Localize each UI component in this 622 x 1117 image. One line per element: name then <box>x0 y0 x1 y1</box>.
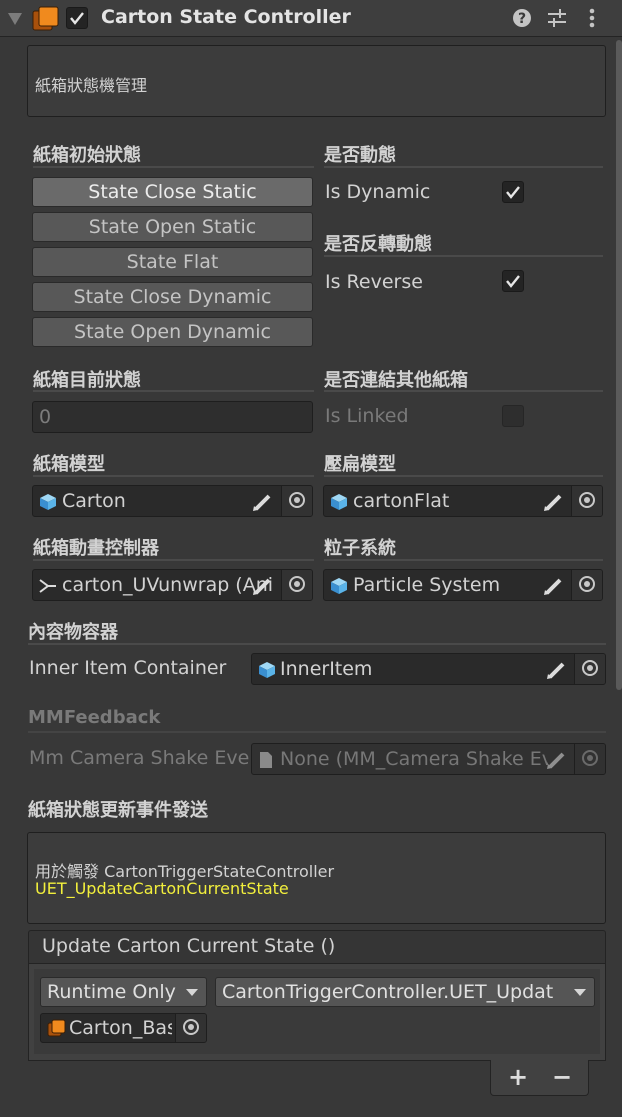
chevron-down-icon <box>574 989 586 996</box>
prefab-cube-icon <box>330 577 348 595</box>
mmfeedback-title: MMFeedback <box>28 707 161 728</box>
container-title: 內容物容器 <box>28 622 118 643</box>
divider <box>33 166 314 168</box>
is-linked-label: Is Linked <box>325 405 409 427</box>
camera-shake-value: None (MM_Camera Shake Eve <box>280 748 548 770</box>
divider <box>324 390 603 392</box>
event-section-title: 紙箱狀態更新事件發送 <box>28 800 208 821</box>
component-title: Carton State Controller <box>101 6 351 28</box>
pencil-icon[interactable] <box>546 660 566 680</box>
flat-model-field[interactable]: cartonFlat <box>323 485 603 517</box>
carton-model-value: Carton <box>62 490 126 512</box>
animator-controller-icon <box>39 577 57 595</box>
prefab-cube-icon <box>330 493 348 511</box>
chevron-down-icon <box>186 989 198 996</box>
document-icon <box>258 751 274 769</box>
pencil-icon[interactable] <box>252 576 272 596</box>
current-state-value: 0 <box>39 406 52 428</box>
camera-shake-label: Mm Camera Shake Eve <box>29 747 250 769</box>
object-picker-button[interactable] <box>571 486 602 516</box>
current-state-title: 紙箱目前狀態 <box>33 370 141 391</box>
event-footer <box>490 1060 589 1096</box>
state-close-static-button[interactable]: State Close Static <box>32 177 313 207</box>
state-close-dynamic-button[interactable]: State Close Dynamic <box>32 282 313 312</box>
inner-item-container-field[interactable]: InnerItem <box>251 653 606 685</box>
prefab-cube-icon <box>39 493 57 511</box>
flat-model-title: 壓扁模型 <box>324 454 396 475</box>
svg-text:?: ? <box>518 11 526 27</box>
runtime-dropdown[interactable]: Runtime Only <box>40 977 207 1007</box>
state-open-static-button[interactable]: State Open Static <box>32 212 313 242</box>
is-linked-checkbox <box>502 405 524 427</box>
divider <box>324 255 603 257</box>
divider <box>33 390 314 392</box>
is-reverse-label: Is Reverse <box>325 271 423 293</box>
carton-model-title: 紙箱模型 <box>33 454 105 475</box>
event-target-field[interactable]: Carton_Bas <box>40 1013 207 1043</box>
linked-title: 是否連結其他紙箱 <box>324 370 468 391</box>
function-dropdown[interactable]: CartonTriggerController.UET_Updat <box>215 977 595 1007</box>
description-box: 紙箱狀態機管理 <box>27 45 606 117</box>
scrollbar-thumb[interactable] <box>616 40 622 690</box>
is-dynamic-label: Is Dynamic <box>325 181 431 203</box>
pencil-icon <box>546 750 566 770</box>
event-help-line2: UET_UpdateCartonCurrentState <box>35 879 289 898</box>
add-listener-button[interactable]: + <box>506 1062 530 1092</box>
collapse-triangle-icon[interactable] <box>7 12 23 26</box>
dynamic-title: 是否動態 <box>324 145 396 166</box>
description-text: 紙箱狀態機管理 <box>35 76 148 95</box>
pencil-icon[interactable] <box>543 576 563 596</box>
event-help-box: 用於觸發 CartonTriggerStateController UET_Up… <box>27 832 606 924</box>
camera-shake-field: None (MM_Camera Shake Eve <box>251 743 606 775</box>
pencil-icon[interactable] <box>543 492 563 512</box>
divider <box>324 475 603 477</box>
anim-controller-field[interactable]: carton_UVunwrap (Ani <box>32 569 313 601</box>
is-reverse-checkbox[interactable] <box>502 270 524 292</box>
particles-value: Particle System <box>353 574 501 596</box>
script-component-icon <box>32 6 60 32</box>
component-enabled-checkbox[interactable] <box>66 7 88 29</box>
state-open-dynamic-button[interactable]: State Open Dynamic <box>32 317 313 347</box>
particles-title: 粒子系統 <box>324 538 396 559</box>
is-dynamic-checkbox[interactable] <box>502 181 524 203</box>
carton-model-field[interactable]: Carton <box>32 485 313 517</box>
particles-field[interactable]: Particle System <box>323 569 603 601</box>
state-flat-button[interactable]: State Flat <box>32 247 313 277</box>
anim-controller-value: carton_UVunwrap (Ani <box>62 574 274 596</box>
object-picker-button[interactable] <box>574 654 605 684</box>
initial-state-title: 紙箱初始狀態 <box>33 145 141 166</box>
divider <box>28 643 606 645</box>
object-picker-button[interactable] <box>175 1014 206 1042</box>
divider <box>33 475 314 477</box>
kebab-menu-icon[interactable] <box>587 7 597 29</box>
object-picker-button[interactable] <box>281 486 312 516</box>
unity-event-header-label: Update Carton Current State () <box>42 935 336 957</box>
divider <box>324 559 603 561</box>
anim-controller-title: 紙箱動畫控制器 <box>33 538 159 559</box>
object-picker-button[interactable] <box>281 570 312 600</box>
reverse-title: 是否反轉動態 <box>324 234 432 255</box>
script-component-icon <box>47 1019 67 1037</box>
current-state-field: 0 <box>32 401 313 433</box>
runtime-dropdown-value: Runtime Only <box>47 981 176 1003</box>
divider <box>28 731 606 733</box>
pencil-icon[interactable] <box>252 492 272 512</box>
inner-item-value: InnerItem <box>280 658 373 680</box>
divider <box>324 166 603 168</box>
event-target-value: Carton_Bas <box>69 1017 172 1039</box>
function-dropdown-value: CartonTriggerController.UET_Updat <box>222 981 554 1003</box>
remove-listener-button[interactable]: − <box>550 1062 574 1092</box>
unity-event-header: Update Carton Current State () <box>28 930 606 964</box>
inner-item-container-label: Inner Item Container <box>29 657 227 679</box>
presets-icon[interactable] <box>546 7 568 29</box>
divider <box>33 559 314 561</box>
object-picker-button <box>574 744 605 774</box>
object-picker-button[interactable] <box>571 570 602 600</box>
flat-model-value: cartonFlat <box>353 490 450 512</box>
prefab-cube-icon <box>258 661 276 679</box>
help-icon[interactable]: ? <box>512 8 532 28</box>
